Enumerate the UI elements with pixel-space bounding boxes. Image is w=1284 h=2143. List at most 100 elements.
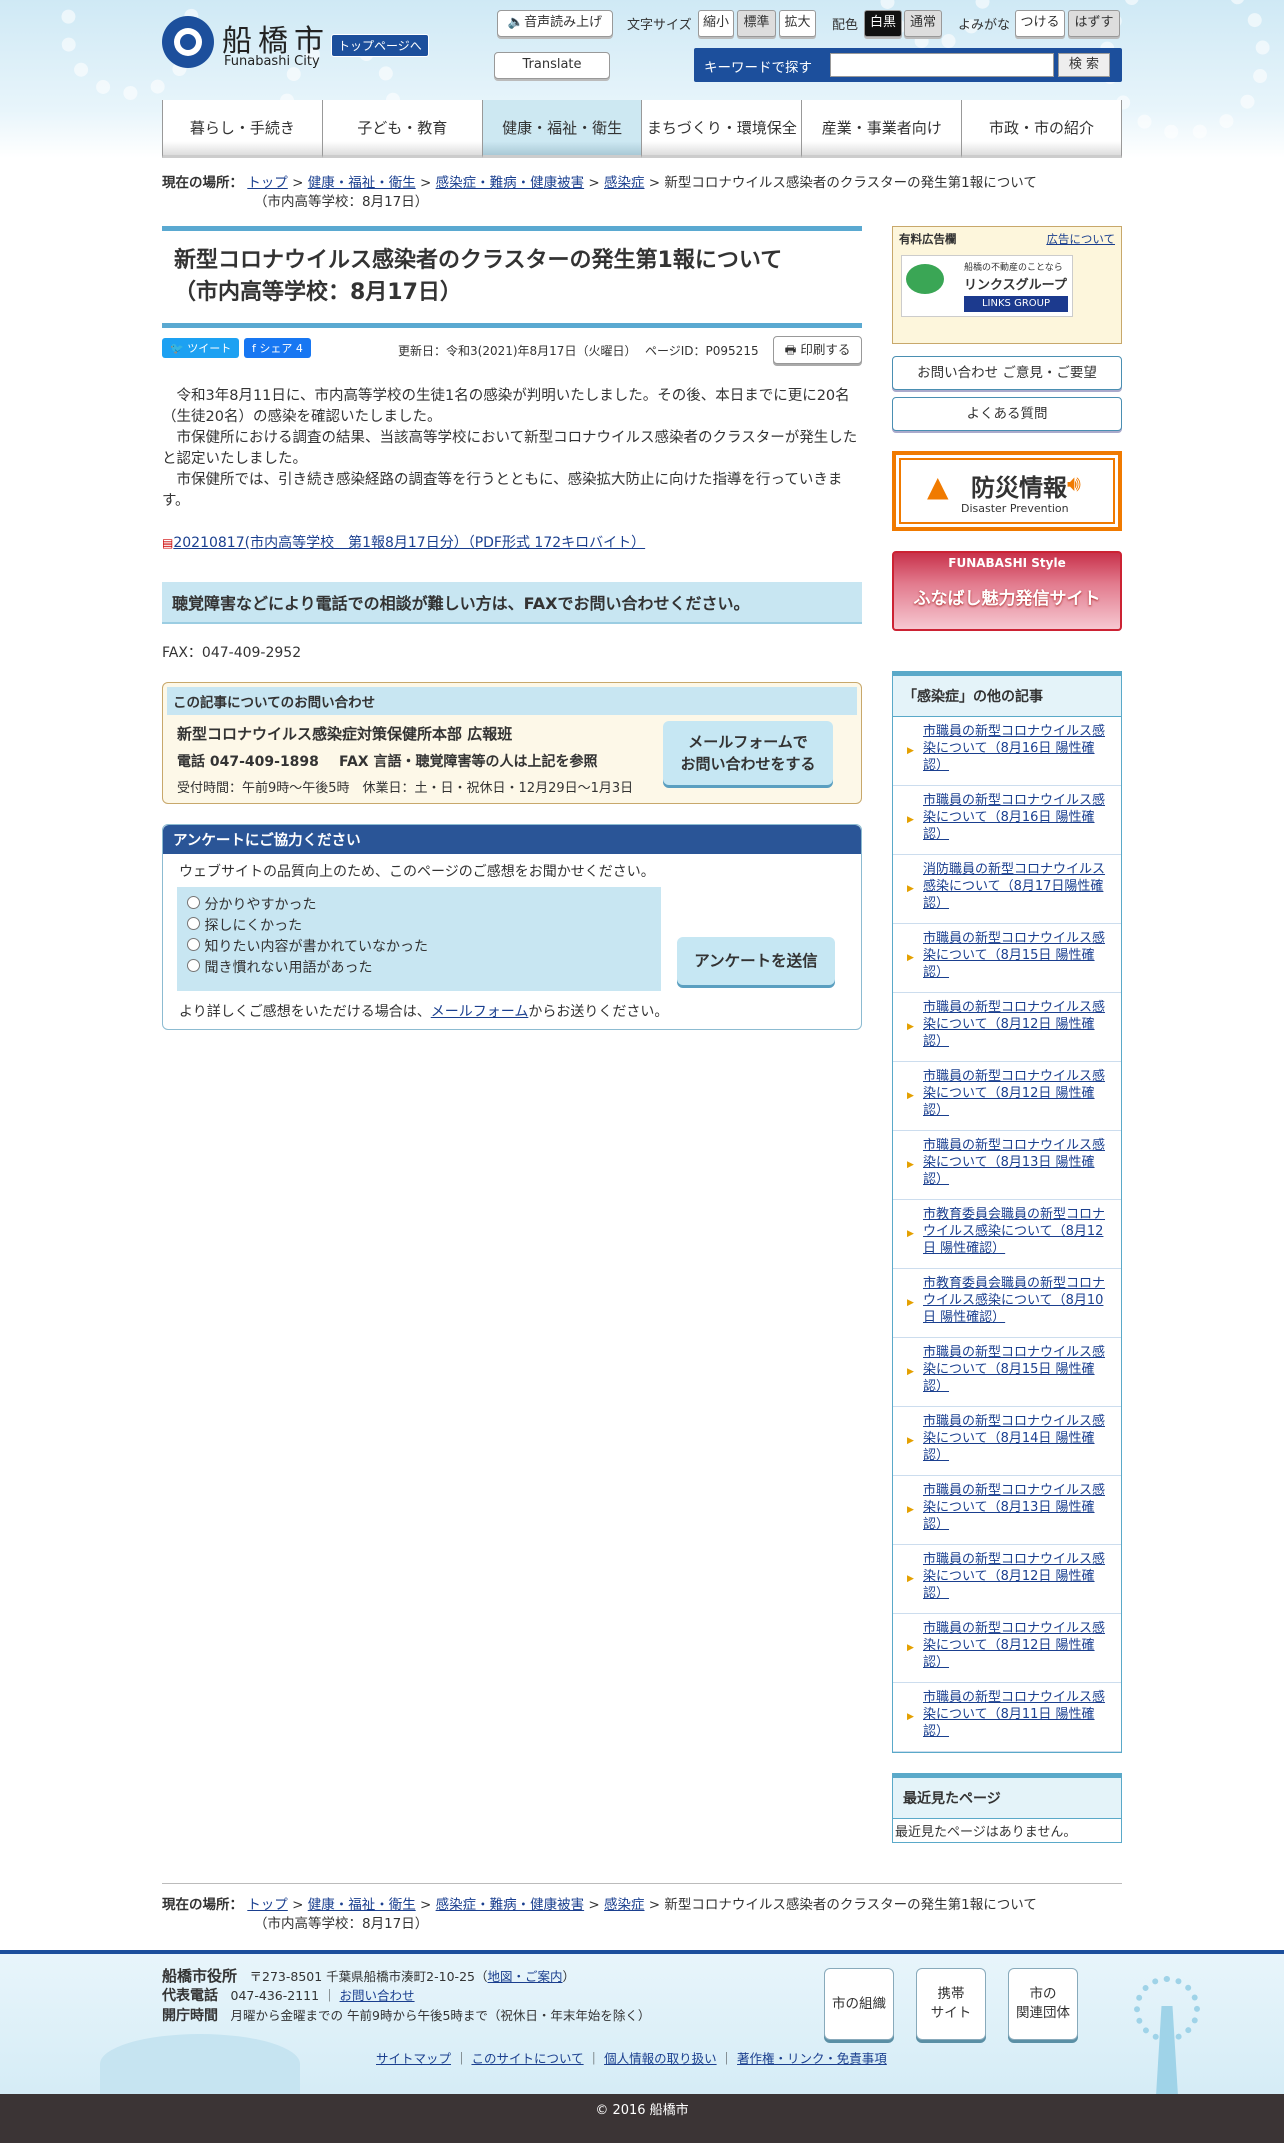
survey-intro: ウェブサイトの品質向上のため、このページのご感想をお聞かせください。 xyxy=(179,864,655,880)
top-page-link[interactable]: トップページへ xyxy=(331,34,429,57)
nav-children[interactable]: 子ども・教育 xyxy=(321,100,482,158)
contact-box: この記事についてのお問い合わせ 新型コロナウイルス感染症対策保健所本部 広報班 … xyxy=(162,682,862,804)
related-article-link[interactable]: 市教育委員会職員の新型コロナウイルス感染について（8月10日 陽性確認） xyxy=(923,1276,1105,1325)
breadcrumb-link[interactable]: 感染症・難病・健康被害 xyxy=(436,175,585,191)
related-item: 市職員の新型コロナウイルス感染について（8月12日 陽性確認） xyxy=(893,1062,1121,1131)
pdf-icon: ▤ xyxy=(162,536,174,550)
breadcrumb-link[interactable]: 感染症 xyxy=(604,175,645,191)
related-item: 市職員の新型コロナウイルス感染について（8月13日 陽性確認） xyxy=(893,1476,1121,1545)
nav-town[interactable]: まちづくり・環境保全 xyxy=(641,100,802,158)
breadcrumb-link[interactable]: 感染症・難病・健康被害 xyxy=(436,1897,585,1913)
survey-radio[interactable] xyxy=(187,896,200,909)
related-item: 市教育委員会職員の新型コロナウイルス感染について（8月12日 陽性確認） xyxy=(893,1200,1121,1269)
search-input[interactable] xyxy=(830,53,1054,77)
font-standard-button[interactable]: 標準 xyxy=(737,10,776,37)
survey-heading: アンケートにご協力ください xyxy=(163,825,861,854)
city-logo[interactable] xyxy=(162,16,214,68)
related-article-link[interactable]: 市教育委員会職員の新型コロナウイルス感染について（8月12日 陽性確認） xyxy=(923,1207,1105,1256)
nav-city[interactable]: 市政・市の紹介 xyxy=(961,100,1122,158)
related-article-link[interactable]: 市職員の新型コロナウイルス感染について（8月14日 陽性確認） xyxy=(923,1414,1105,1463)
about-site-link[interactable]: このサイトについて xyxy=(471,2051,583,2066)
ruby-label: よみがな xyxy=(958,18,1011,33)
print-button[interactable]: 🖶 印刷する xyxy=(773,336,862,364)
disaster-banner[interactable]: ▲ 防災情報 🔊︎ Disaster Prevention xyxy=(892,451,1122,531)
windmill-illustration xyxy=(1120,1966,1210,2096)
survey-submit-button[interactable]: アンケートを送信 xyxy=(677,937,835,985)
contact-department: 新型コロナウイルス感染症対策保健所本部 広報班 xyxy=(177,725,513,743)
org-button[interactable]: 市の組織 xyxy=(824,1968,894,2040)
related-article-link[interactable]: 消防職員の新型コロナウイルス感染について（8月17日陽性確認） xyxy=(923,862,1105,911)
global-nav: 暮らし・手続き 子ども・教育 健康・福祉・衛生 まちづくり・環境保全 産業・事業… xyxy=(162,100,1122,158)
search-button[interactable]: 検 索 xyxy=(1058,53,1110,77)
survey-mail-link[interactable]: メールフォーム xyxy=(431,1004,529,1020)
funabashi-style-banner[interactable]: FUNABASHI Style ふなばし魅力発信サイト xyxy=(892,551,1122,631)
footer-links: サイトマップ ｜ このサイトについて ｜ 個人情報の取り扱い ｜ 著作権・リンク… xyxy=(376,2051,887,2066)
color-bw-button[interactable]: 白黒 xyxy=(864,10,902,37)
related-article-link[interactable]: 市職員の新型コロナウイルス感染について（8月13日 陽性確認） xyxy=(923,1483,1105,1532)
ad-banner[interactable]: 船橋の不動産のことなら リンクスグループ LINKS GROUP xyxy=(901,255,1073,317)
nav-industry[interactable]: 産業・事業者向け xyxy=(801,100,962,158)
related-article-link[interactable]: 市職員の新型コロナウイルス感染について（8月16日 陽性確認） xyxy=(923,724,1105,773)
ruby-on-button[interactable]: つける xyxy=(1015,10,1065,37)
related-item: 消防職員の新型コロナウイルス感染について（8月17日陽性確認） xyxy=(893,855,1121,924)
related-article-link[interactable]: 市職員の新型コロナウイルス感染について（8月15日 陽性確認） xyxy=(923,931,1105,980)
map-link[interactable]: 地図・ご案内 xyxy=(487,1969,562,1984)
survey-radio[interactable] xyxy=(187,959,200,972)
breadcrumb-link[interactable]: トップ xyxy=(247,1897,288,1913)
faq-button[interactable]: よくある質問 xyxy=(892,397,1122,431)
survey-option[interactable]: 知りたい内容が書かれていなかった xyxy=(187,937,651,958)
survey-option[interactable]: 探しにくかった xyxy=(187,916,651,937)
breadcrumb-current-2: （市内高等学校：8月17日） xyxy=(254,194,429,210)
pdf-link[interactable]: 20210817(市内高等学校 第1報8月17日分）（PDF形式 172キロバイ… xyxy=(173,535,645,551)
survey-radio[interactable] xyxy=(187,938,200,951)
font-small-button[interactable]: 縮小 xyxy=(698,10,734,37)
breadcrumb-link[interactable]: 感染症 xyxy=(604,1897,645,1913)
hill-illustration xyxy=(100,2034,300,2094)
related-heading: 「感染症」の他の記事 xyxy=(893,672,1121,717)
related-articles: 「感染症」の他の記事 市職員の新型コロナウイルス感染について（8月16日 陽性確… xyxy=(892,671,1122,1753)
article-paragraph: 市保健所における調査の結果、当該高等学校において新型コロナウイルス感染者のクラス… xyxy=(162,430,858,467)
related-article-link[interactable]: 市職員の新型コロナウイルス感染について（8月11日 陽性確認） xyxy=(923,1690,1105,1739)
survey-option[interactable]: 分かりやすかった xyxy=(187,895,651,916)
contact-opinion-button[interactable]: お問い合わせ ご意見・ご要望 xyxy=(892,356,1122,390)
font-large-button[interactable]: 拡大 xyxy=(779,10,816,37)
nav-living[interactable]: 暮らし・手続き xyxy=(162,100,322,158)
facebook-share-button[interactable]: f シェア 4 xyxy=(244,338,311,358)
related-orgs-button[interactable]: 市の 関連団体 xyxy=(1008,1968,1078,2040)
breadcrumb: 現在の場所： トップ > 健康・福祉・衛生 > 感染症・難病・健康被害 > 感染… xyxy=(162,175,1037,210)
warning-icon: ▲ xyxy=(927,470,949,503)
related-article-link[interactable]: 市職員の新型コロナウイルス感染について（8月16日 陽性確認） xyxy=(923,793,1105,842)
related-article-link[interactable]: 市職員の新型コロナウイルス感染について（8月12日 陽性確認） xyxy=(923,1000,1105,1049)
printer-icon: 🖶 xyxy=(784,342,797,357)
mail-form-button[interactable]: メールフォームで お問い合わせをする xyxy=(663,721,833,785)
sitemap-link[interactable]: サイトマップ xyxy=(376,2051,451,2066)
contact-link[interactable]: お問い合わせ xyxy=(340,1988,415,2003)
mobile-site-button[interactable]: 携帯 サイト xyxy=(916,1968,986,2040)
survey-option[interactable]: 聞き慣れない用語があった xyxy=(187,958,651,979)
ad-about-link[interactable]: 広告について xyxy=(1046,231,1115,247)
nav-health[interactable]: 健康・福祉・衛生 xyxy=(481,100,642,158)
pdf-attachment: ▤20210817(市内高等学校 第1報8月17日分）（PDF形式 172キロバ… xyxy=(162,532,862,552)
related-article-link[interactable]: 市職員の新型コロナウイルス感染について（8月12日 陽性確認） xyxy=(923,1069,1105,1118)
translate-button[interactable]: Translate xyxy=(494,52,610,79)
related-item: 市職員の新型コロナウイルス感染について（8月12日 陽性確認） xyxy=(893,993,1121,1062)
copyright-link[interactable]: 著作権・リンク・免責事項 xyxy=(737,2051,887,2066)
breadcrumb-link[interactable]: 健康・福祉・衛生 xyxy=(308,175,416,191)
related-item: 市職員の新型コロナウイルス感染について（8月12日 陽性確認） xyxy=(893,1545,1121,1614)
privacy-link[interactable]: 個人情報の取り扱い xyxy=(604,2051,717,2066)
color-normal-button[interactable]: 通常 xyxy=(904,10,942,37)
related-article-link[interactable]: 市職員の新型コロナウイルス感染について（8月12日 陽性確認） xyxy=(923,1552,1105,1601)
voice-read-button[interactable]: 🔈音声読み上げ xyxy=(497,10,613,37)
contact-fax: FAX 言語・聴覚障害等の人は上記を参照 xyxy=(339,754,598,770)
tweet-button[interactable]: 🐦 ツイート xyxy=(162,338,240,358)
breadcrumb-link[interactable]: トップ xyxy=(247,175,288,191)
related-article-link[interactable]: 市職員の新型コロナウイルス感染について（8月13日 陽性確認） xyxy=(923,1138,1105,1187)
breadcrumb-link[interactable]: 健康・福祉・衛生 xyxy=(308,1897,416,1913)
article-paragraph: 市保健所では、引き続き感染経路の調査等を行うとともに、感染拡大防止に向けた指導を… xyxy=(162,472,843,509)
survey-radio[interactable] xyxy=(187,917,200,930)
main-content: 新型コロナウイルス感染者のクラスターの発生第1報について （市内高等学校：8月1… xyxy=(162,226,862,1030)
related-article-link[interactable]: 市職員の新型コロナウイルス感染について（8月15日 陽性確認） xyxy=(923,1345,1105,1394)
related-article-link[interactable]: 市職員の新型コロナウイルス感染について（8月12日 陽性確認） xyxy=(923,1621,1105,1670)
breadcrumb-label: 現在の場所： xyxy=(162,175,243,191)
ruby-off-button[interactable]: はずす xyxy=(1068,10,1120,37)
